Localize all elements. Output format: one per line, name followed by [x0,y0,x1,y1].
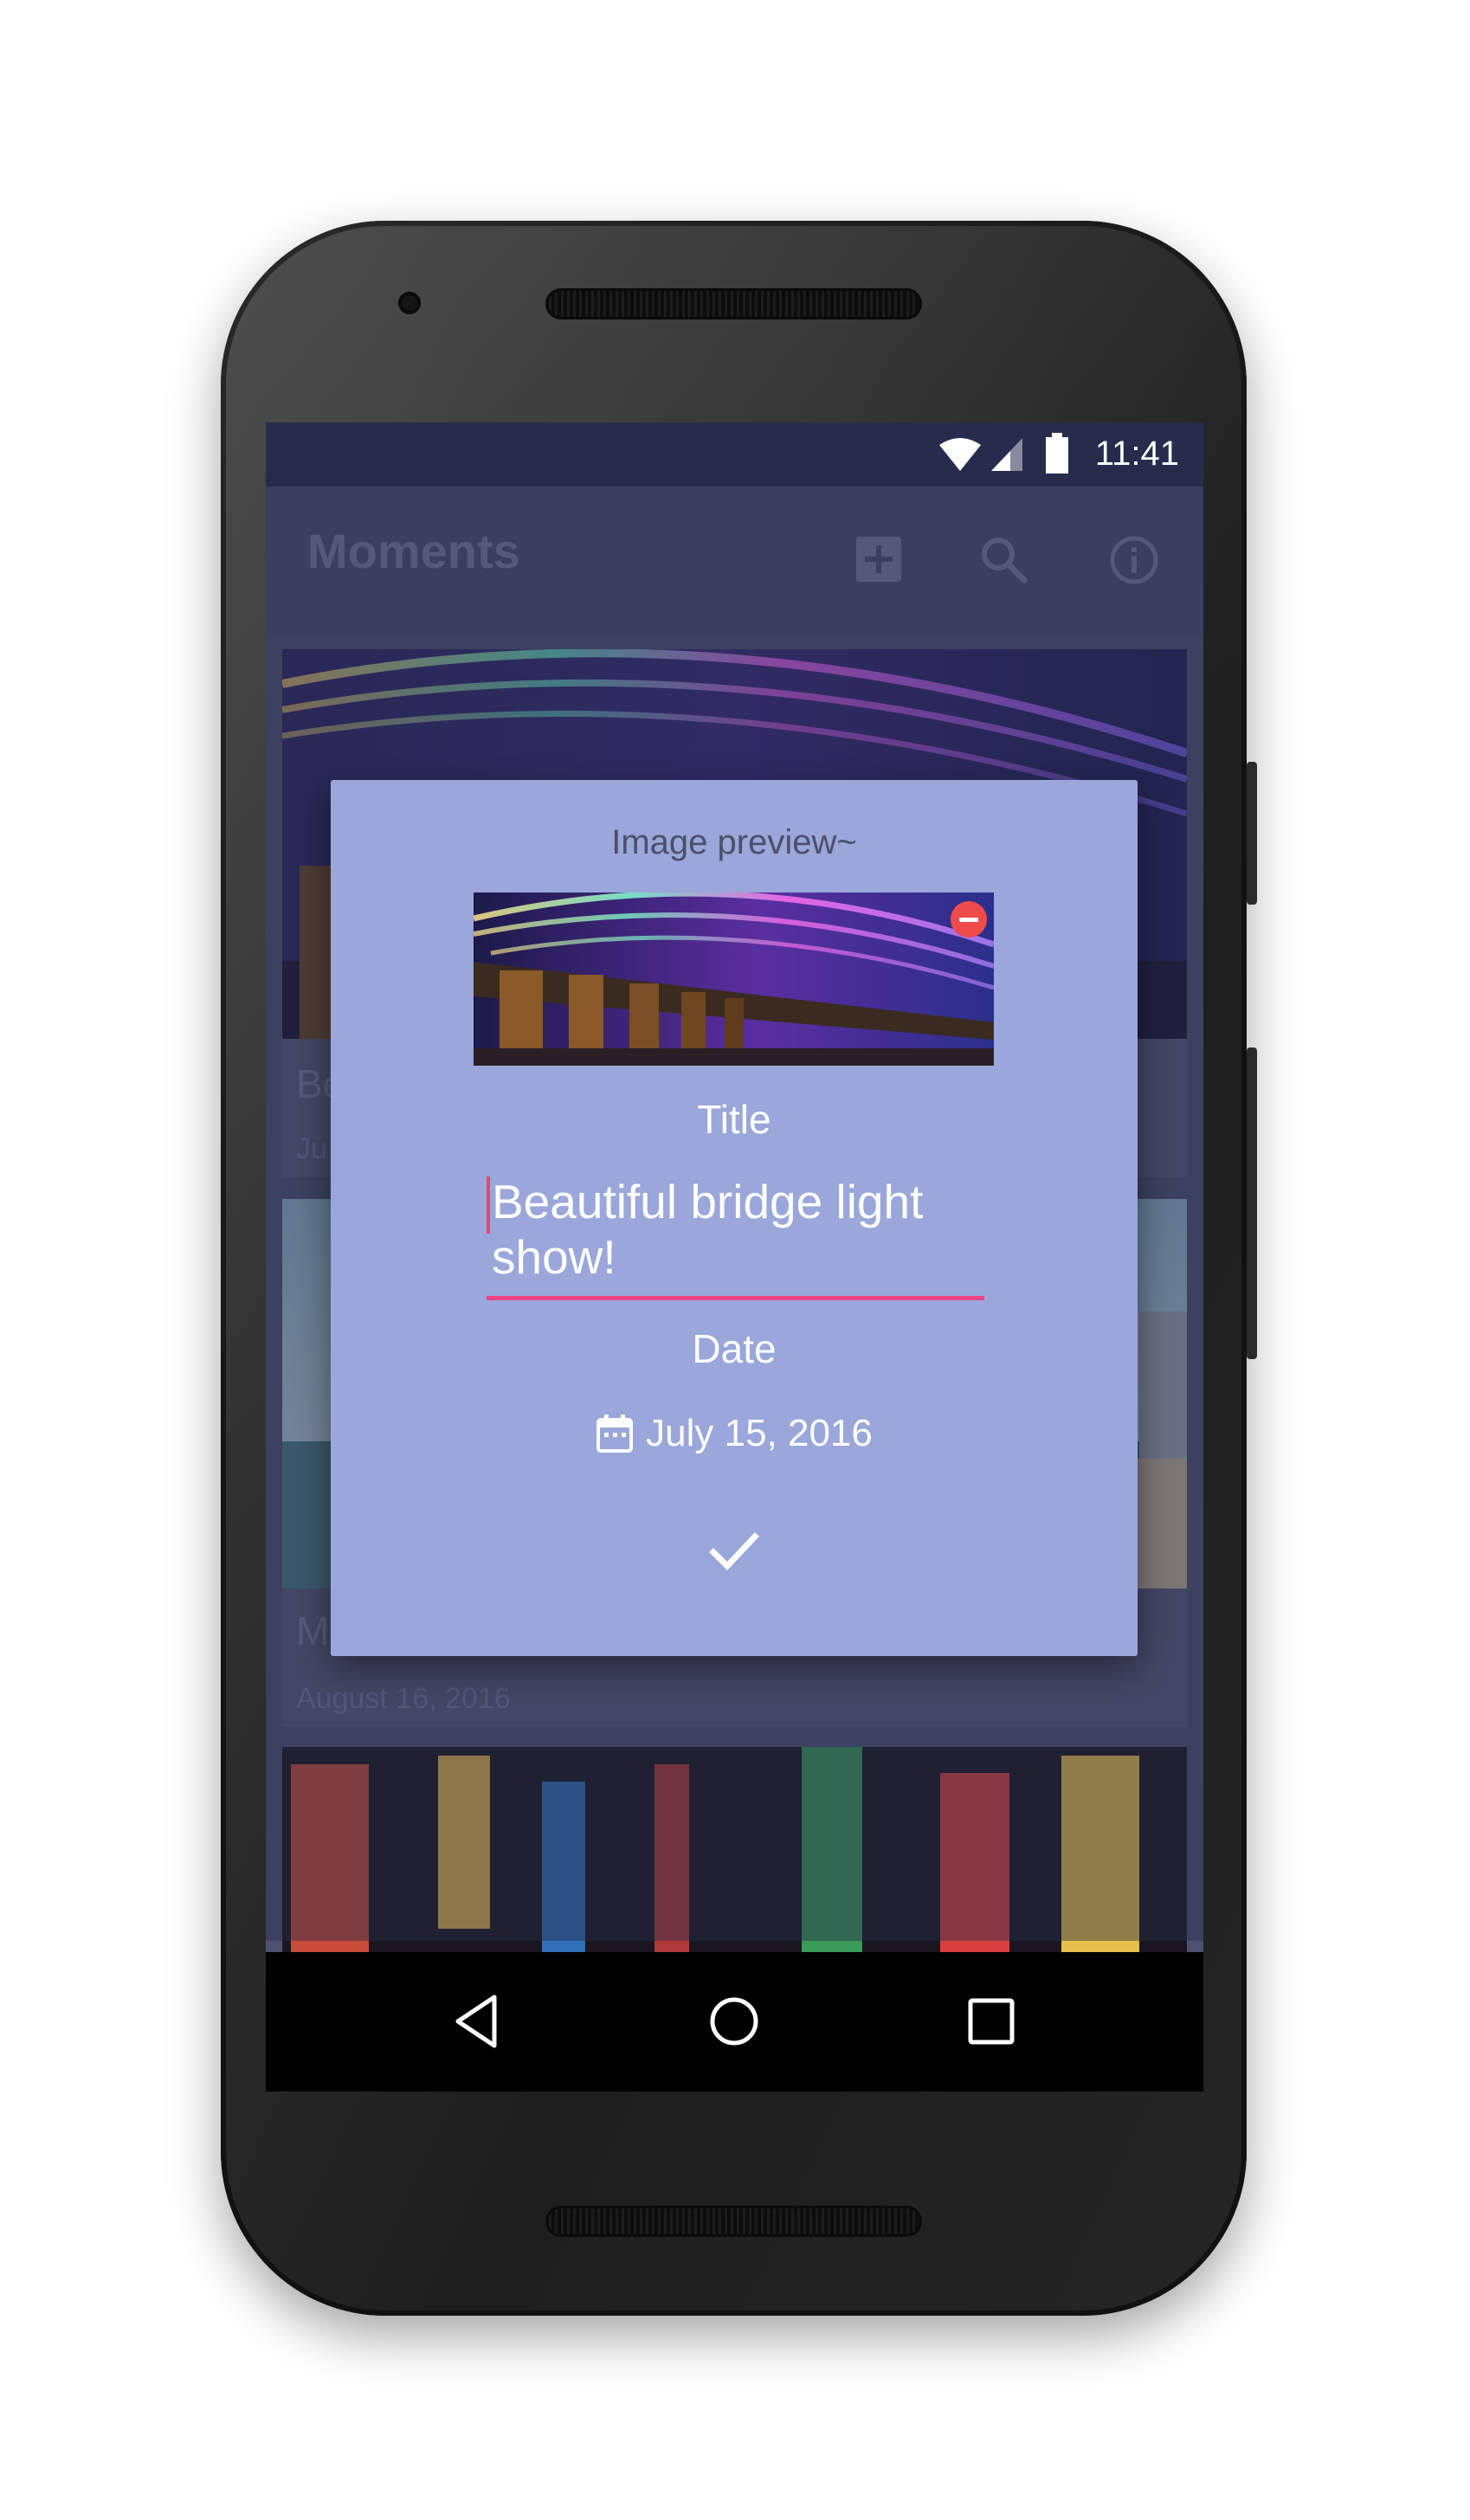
date-picker-row[interactable]: July 15, 2016 [331,1408,1138,1460]
power-button[interactable] [1247,762,1257,905]
check-icon[interactable] [708,1524,760,1576]
wifi-icon [939,438,981,471]
title-input[interactable]: Beautiful bridge light show! [487,1174,990,1295]
dialog-heading: Image preview~ [611,823,857,861]
date-label: Date [692,1326,777,1371]
calendar-icon [596,1415,634,1453]
volume-rocker[interactable] [1247,1047,1257,1359]
back-icon[interactable] [448,1990,510,2053]
screen: 11:41 Moments Be Ju M August 16, 2016 Im… [266,422,1203,2091]
top-speaker-grille [545,288,922,319]
status-time: 11:41 [1094,435,1179,473]
battery-icon [1046,433,1068,474]
date-value: July 15, 2016 [646,1412,873,1454]
image-preview [474,893,994,1066]
new-moment-dialog: Image preview~ Title Beautiful bridge li… [331,780,1138,1656]
front-camera [398,292,421,314]
bottom-speaker-grille [545,2206,922,2237]
title-label: Title [697,1097,771,1142]
home-icon[interactable] [703,1990,765,2053]
title-input-underline [487,1296,984,1300]
text-cursor [487,1176,490,1234]
cell-signal-icon [991,438,1022,471]
recents-icon[interactable] [960,1990,1022,2053]
navigation-bar [266,1952,1203,2091]
status-bar: 11:41 [266,422,1203,487]
remove-image-button[interactable] [951,901,987,938]
